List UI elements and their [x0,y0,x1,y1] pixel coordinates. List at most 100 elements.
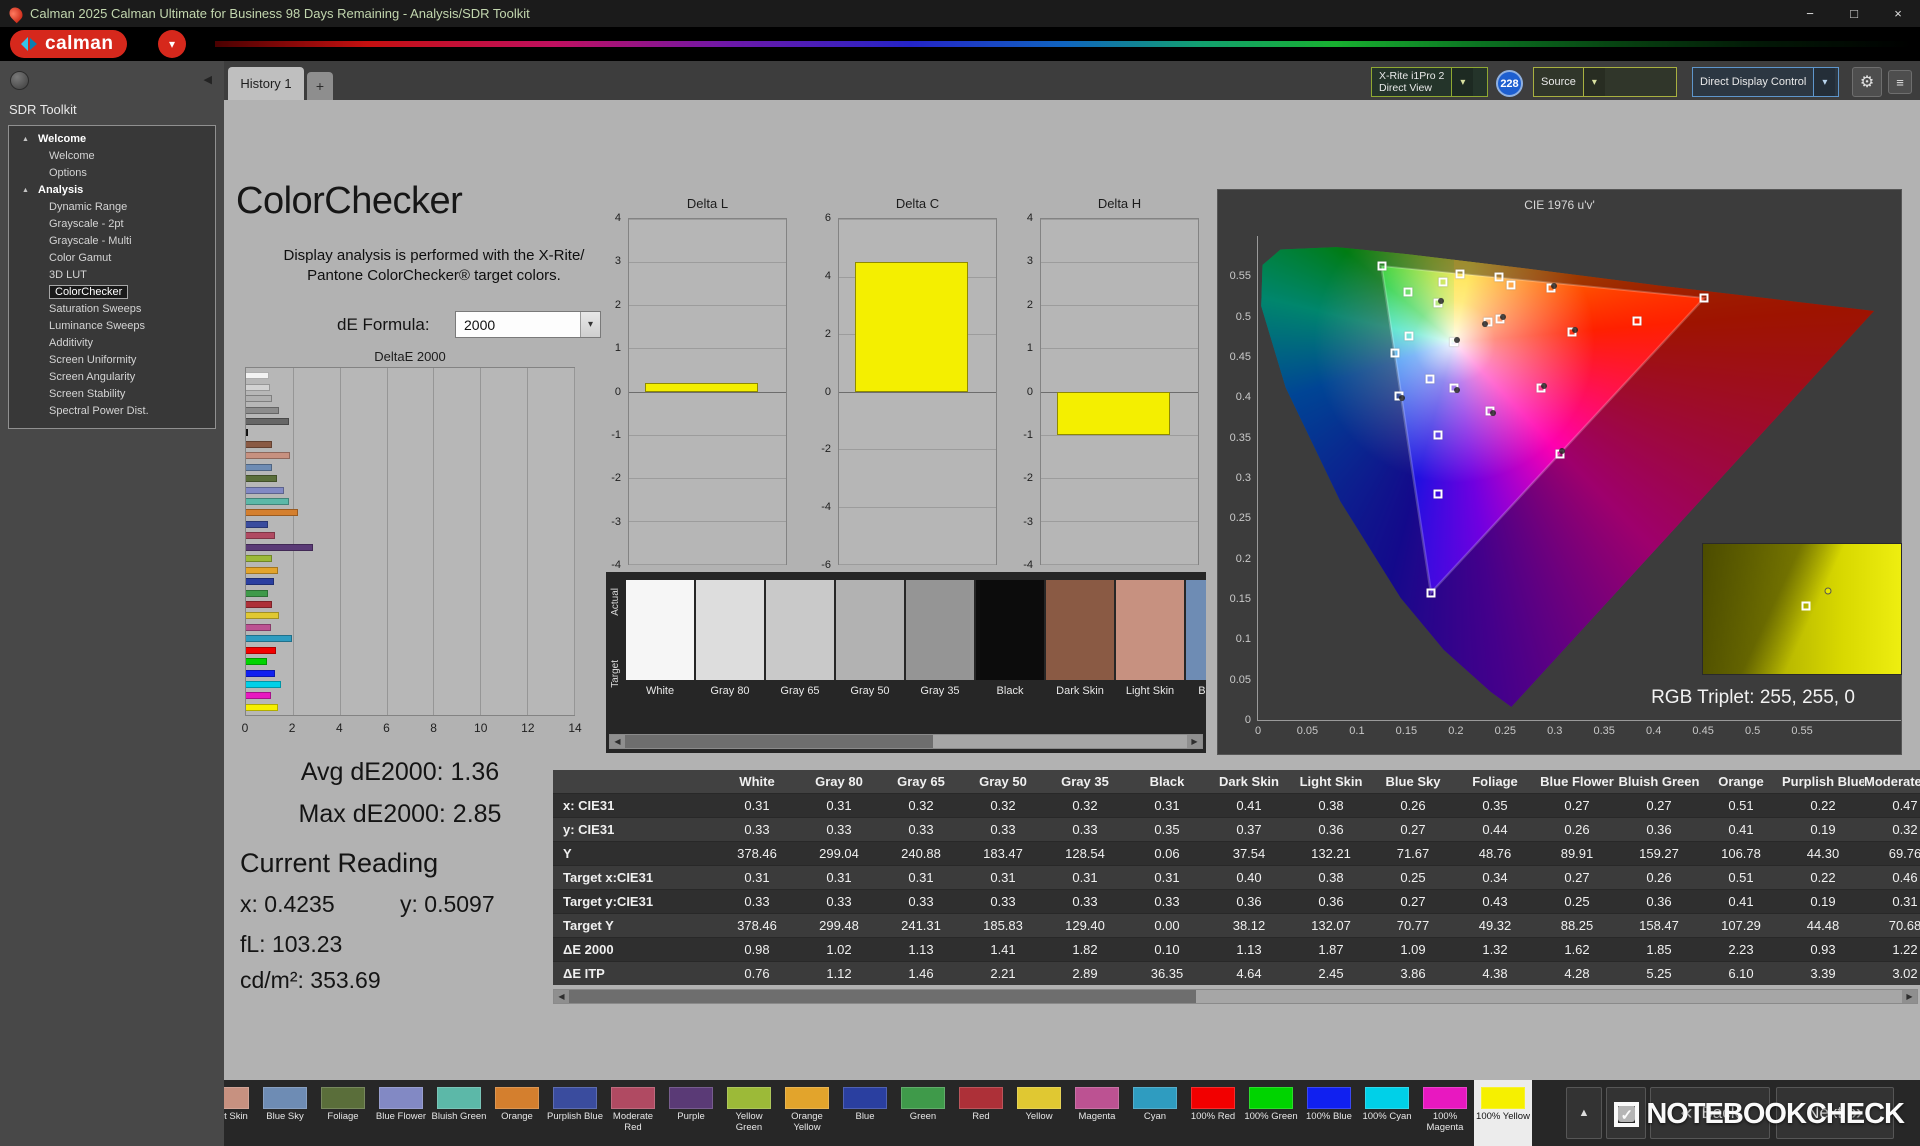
cell: 132.21 [1290,842,1372,865]
swatch-orange-yellow[interactable]: Orange Yellow [778,1080,836,1146]
sidebar-item-screen-stability[interactable]: Screen Stability [9,386,215,403]
patch-black[interactable]: Black [976,580,1044,710]
swatch-blue-sky[interactable]: Blue Sky [256,1080,314,1146]
patch-scrollbar[interactable]: ◀ ▶ [609,734,1203,749]
cie-panel: CIE 1976 u'v' 00.050.10.150.20.250.30.35… [1217,189,1902,755]
cell: 0.27 [1536,794,1618,817]
cell: 0.31 [798,866,880,889]
tree-section-analysis[interactable]: ▲Analysis [9,182,215,199]
cie-zoom-inset [1702,543,1902,675]
tab-history-1[interactable]: History 1 [228,67,304,100]
swatch-purplish-blue[interactable]: Purplish Blue [546,1080,604,1146]
patch-light-skin[interactable]: Light Skin [1116,580,1184,710]
expand-panel-button[interactable]: ▲ [1566,1087,1602,1139]
swatch-light-skin[interactable]: Light Skin [224,1080,256,1146]
sidebar-item-welcome[interactable]: Welcome [9,148,215,165]
sidebar-item-grayscale-2pt[interactable]: Grayscale - 2pt [9,216,215,233]
scroll-left-icon[interactable]: ◀ [554,990,569,1003]
sidebar-item-spectral-power-dist[interactable]: Spectral Power Dist. [9,403,215,420]
swatch-moderate-red[interactable]: Moderate Red [604,1080,662,1146]
chevron-down-icon[interactable]: ▾ [580,312,600,337]
logo-dropdown-button[interactable]: ▾ [158,30,186,58]
chevron-down-icon[interactable]: ▾ [1813,68,1835,96]
sidebar-item-screen-uniformity[interactable]: Screen Uniformity [9,352,215,369]
target-marker [1427,588,1436,597]
patch-gray-50[interactable]: Gray 50 [836,580,904,710]
patch-white[interactable]: White [626,580,694,710]
patch-gray-80[interactable]: Gray 80 [696,580,764,710]
add-tab-button[interactable]: + [307,72,333,100]
patch-dark-skin[interactable]: Dark Skin [1046,580,1114,710]
swatch-red[interactable]: Red [952,1080,1010,1146]
swatch-color [1481,1087,1525,1109]
swatch-color [1133,1087,1177,1109]
calman-logo[interactable]: calman [10,30,127,58]
x-tick-label: 0.25 [1495,725,1516,737]
sidebar-item-screen-angularity[interactable]: Screen Angularity [9,369,215,386]
swatch-purple[interactable]: Purple [662,1080,720,1146]
patch-label: Black [976,685,1044,697]
patch-gray-35[interactable]: Gray 35 [906,580,974,710]
display-control-dropdown[interactable]: Direct Display Control ▾ [1692,67,1839,97]
source-dropdown[interactable]: Source ▾ [1533,67,1677,97]
de-formula-select[interactable]: 2000 ▾ [455,311,601,338]
tree-section-welcome[interactable]: ▲Welcome [9,131,215,148]
scroll-thumb[interactable] [569,990,1196,1003]
swatch-green[interactable]: Green [894,1080,952,1146]
scroll-right-icon[interactable]: ▶ [1902,990,1917,1003]
deltae-bar-black [246,429,248,436]
swatch-bluish-green[interactable]: Bluish Green [430,1080,488,1146]
patch-blue-sky[interactable]: Blue Sky [1186,580,1206,710]
swatch-yellow-green[interactable]: Yellow Green [720,1080,778,1146]
swatch-100-blue[interactable]: 100% Blue [1300,1080,1358,1146]
menu-button[interactable]: ≡ [1888,70,1912,94]
sidebar-item-color-gamut[interactable]: Color Gamut [9,250,215,267]
scroll-left-icon[interactable]: ◀ [610,735,625,748]
patch-gray-65[interactable]: Gray 65 [766,580,834,710]
cell: 0.25 [1536,890,1618,913]
sidebar-item-luminance-sweeps[interactable]: Luminance Sweeps [9,318,215,335]
table-scrollbar[interactable]: ◀ ▶ [553,989,1918,1004]
swatch-yellow[interactable]: Yellow [1010,1080,1068,1146]
sidebar-item-additivity[interactable]: Additivity [9,335,215,352]
scroll-right-icon[interactable]: ▶ [1187,735,1202,748]
cell: 378.46 [716,914,798,937]
table-row-y: Y378.46299.04240.88183.47128.540.0637.54… [553,841,1920,865]
sidebar-item-grayscale-multi[interactable]: Grayscale - Multi [9,233,215,250]
swatch-100-red[interactable]: 100% Red [1184,1080,1242,1146]
sidebar-item-3d-lut[interactable]: 3D LUT [9,267,215,284]
swatch-100-green[interactable]: 100% Green [1242,1080,1300,1146]
sidebar-item-dynamic-range[interactable]: Dynamic Range [9,199,215,216]
swatch-orange[interactable]: Orange [488,1080,546,1146]
minimize-button[interactable]: − [1788,0,1832,27]
scroll-thumb[interactable] [625,735,933,748]
swatch-100-cyan[interactable]: 100% Cyan [1358,1080,1416,1146]
swatch-blue[interactable]: Blue [836,1080,894,1146]
swatch-blue-flower[interactable]: Blue Flower [372,1080,430,1146]
next-button[interactable]: Next » [1776,1087,1894,1139]
back-button[interactable]: « Back [1650,1087,1770,1139]
swatch-cyan[interactable]: Cyan [1126,1080,1184,1146]
cell: 0.47 [1864,794,1920,817]
sidebar-item-saturation-sweeps[interactable]: Saturation Sweeps [9,301,215,318]
chevron-down-icon[interactable]: ▾ [1451,68,1473,96]
cell: 48.76 [1454,842,1536,865]
swatch-100-magenta[interactable]: 100% Magenta [1416,1080,1474,1146]
settings-button[interactable]: ⚙ [1852,67,1882,97]
swatch-magenta[interactable]: Magenta [1068,1080,1126,1146]
col-header-bluish-green: Bluish Green [1618,770,1700,793]
session-button[interactable] [10,71,29,90]
close-button[interactable]: × [1876,0,1920,27]
sidebar-item-options[interactable]: Options [9,165,215,182]
maximize-button[interactable]: □ [1832,0,1876,27]
chevron-down-icon[interactable]: ▾ [1583,68,1605,96]
y-tick-label: -2 [611,472,621,484]
cell: 0.27 [1372,890,1454,913]
sidebar-item-colorchecker[interactable]: ColorChecker [9,284,215,301]
swatch-100-yellow[interactable]: 100% Yellow [1474,1080,1532,1146]
swatch-label: Moderate Red [605,1112,661,1133]
pattern-window-button[interactable] [1606,1087,1646,1139]
swatch-foliage[interactable]: Foliage [314,1080,372,1146]
collapse-sidebar-icon[interactable]: ◀ [204,73,212,86]
meter-dropdown[interactable]: X-Rite i1Pro 2 Direct View ▾ [1371,67,1488,97]
